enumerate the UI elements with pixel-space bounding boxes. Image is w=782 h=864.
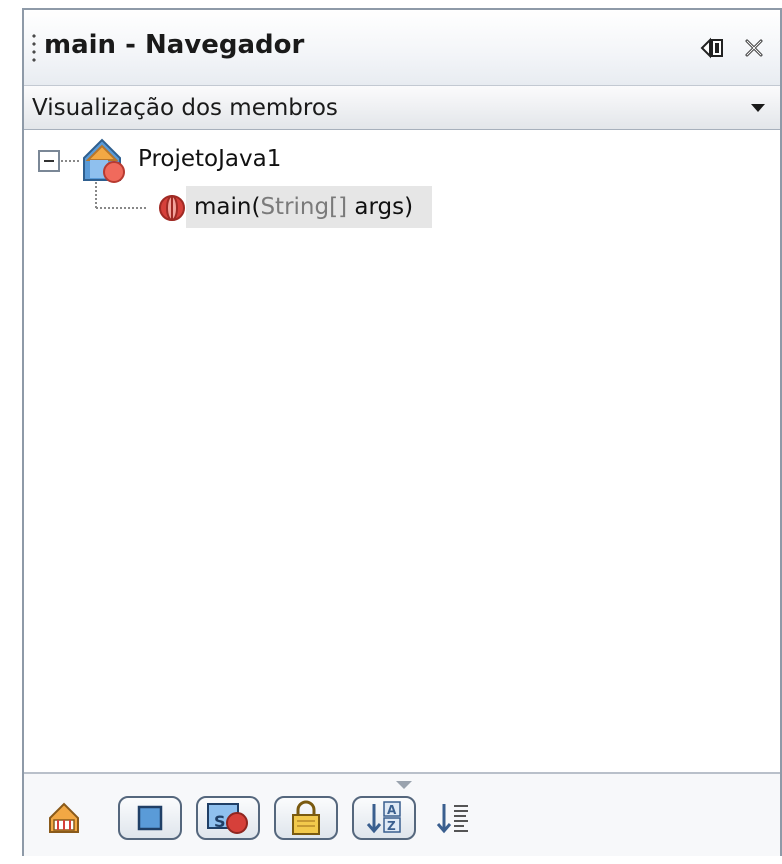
panel-title-bar[interactable]: main - Navegador (24, 10, 780, 86)
view-selector-dropdown[interactable]: Visualização dos membros (24, 86, 780, 130)
show-fields-button[interactable] (118, 796, 182, 840)
svg-text:A: A (387, 803, 397, 817)
sort-by-source-icon (436, 804, 468, 834)
toolbar-grabber-icon[interactable] (394, 776, 414, 789)
sort-by-source-button[interactable] (434, 796, 474, 840)
inherited-members-icon (49, 802, 79, 833)
close-icon[interactable] (742, 36, 766, 60)
svg-text:Z: Z (387, 819, 396, 833)
method-icon (154, 190, 190, 226)
show-inherited-members-button[interactable] (44, 796, 84, 840)
view-selector-value: Visualização dos membros (32, 95, 338, 121)
navigator-panel: main - Navegador Visualização dos membro… (22, 8, 782, 856)
lock-icon (292, 800, 320, 835)
sort-by-name-button[interactable]: A Z (352, 796, 416, 840)
method-node-main[interactable]: main(String[] args) (186, 186, 432, 228)
member-tree: ProjetoJava1 main(String[] args) (24, 130, 780, 770)
method-param-type: String[] (260, 194, 348, 220)
method-name: main( (194, 194, 261, 220)
collapse-node-icon[interactable] (38, 150, 60, 172)
filter-toolbar: S A Z (24, 772, 780, 856)
java-class-icon (80, 136, 128, 184)
svg-text:S: S (214, 812, 226, 831)
show-non-public-members-button[interactable] (274, 796, 338, 840)
drag-grip-icon[interactable] (32, 32, 36, 62)
fields-icon (137, 805, 163, 831)
class-node-label[interactable]: ProjetoJava1 (138, 146, 281, 172)
show-static-members-button[interactable]: S (196, 796, 260, 840)
dropdown-arrow-icon[interactable] (748, 98, 768, 118)
method-param-tail: args) (347, 194, 414, 220)
method-node-label: main(String[] args) (194, 194, 413, 220)
panel-title: main - Navegador (44, 30, 305, 60)
static-members-icon: S (207, 803, 248, 834)
minimize-window-icon[interactable] (700, 36, 724, 60)
sort-alphabetically-icon: A Z (366, 801, 401, 834)
